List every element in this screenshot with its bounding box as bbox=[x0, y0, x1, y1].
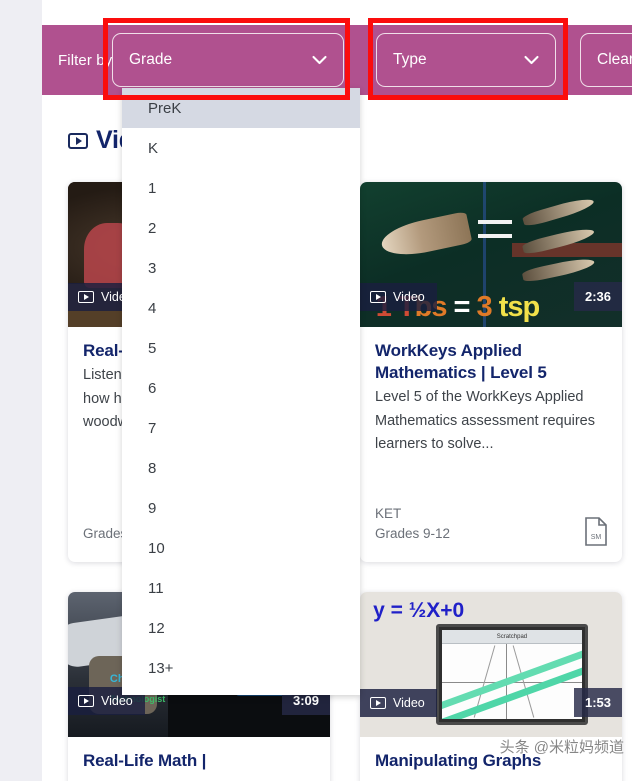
play-icon bbox=[78, 695, 94, 707]
card-grades: Grades 9-12 bbox=[375, 525, 451, 541]
clear-filters-button[interactable]: Clear Filters bbox=[580, 33, 632, 87]
card-thumbnail[interactable]: y = ½X+0 Scratchpad Video 1:53 bbox=[360, 592, 622, 737]
dropdown-option-10[interactable]: 10 bbox=[122, 528, 360, 568]
chevron-down-icon bbox=[524, 55, 539, 65]
chevron-down-icon bbox=[312, 55, 327, 65]
video-badge-label: Video bbox=[101, 694, 133, 708]
dropdown-option-5[interactable]: 5 bbox=[122, 328, 360, 368]
grade-dropdown-button[interactable]: Grade bbox=[112, 33, 344, 87]
card-description: Level 5 of the WorkKeys Applied Mathemat… bbox=[375, 389, 595, 453]
type-dropdown-label: Type bbox=[393, 51, 427, 68]
video-type-badge: Video bbox=[360, 689, 437, 717]
dropdown-option-11[interactable]: 11 bbox=[122, 568, 360, 608]
dropdown-option-4[interactable]: 4 bbox=[122, 288, 360, 328]
dropdown-option-k[interactable]: K bbox=[122, 128, 360, 168]
card-source: KET bbox=[375, 505, 402, 521]
dropdown-option-3[interactable]: 3 bbox=[122, 248, 360, 288]
card-thumbnail[interactable]: 1 Tbs = 3 tsp Video 2:36 bbox=[360, 182, 622, 327]
document-icon[interactable]: SM bbox=[584, 517, 608, 546]
dropdown-option-7[interactable]: 7 bbox=[122, 408, 360, 448]
card-body: WorkKeys Applied Mathematics | Level 5 L… bbox=[360, 327, 622, 562]
card-meta: KET Grades 9-12 bbox=[375, 504, 450, 545]
video-badge-label: Video bbox=[393, 290, 425, 304]
card-title[interactable]: WorkKeys Applied Mathematics | Level 5 bbox=[375, 340, 607, 384]
grade-dropdown-label: Grade bbox=[129, 51, 173, 68]
play-icon bbox=[370, 291, 386, 303]
calculator-graphic: Scratchpad bbox=[435, 623, 588, 726]
filter-by-label: Filter by bbox=[58, 51, 113, 69]
play-icon bbox=[78, 291, 94, 303]
dropdown-option-6[interactable]: 6 bbox=[122, 368, 360, 408]
dropdown-option-13plus[interactable]: 13+ bbox=[122, 648, 360, 688]
grade-dropdown-menu[interactable]: PreK K 1 2 3 4 5 6 7 8 9 10 11 12 13+ bbox=[122, 88, 360, 695]
thumbnail-equation: y = ½X+0 bbox=[373, 599, 465, 623]
dropdown-option-2[interactable]: 2 bbox=[122, 208, 360, 248]
play-icon bbox=[370, 697, 386, 709]
dropdown-option-9[interactable]: 9 bbox=[122, 488, 360, 528]
video-badge-label: Video bbox=[393, 696, 425, 710]
card-title[interactable]: Real-Life Math | bbox=[83, 750, 315, 772]
dropdown-option-12[interactable]: 12 bbox=[122, 608, 360, 648]
clear-filters-label: Clear Filters bbox=[597, 51, 632, 68]
type-dropdown-button[interactable]: Type bbox=[376, 33, 556, 87]
svg-text:SM: SM bbox=[591, 534, 602, 541]
watermark: 头条 @米粒妈频道 bbox=[499, 739, 624, 756]
calculator-app-label: Scratchpad bbox=[441, 629, 582, 645]
dropdown-option-1[interactable]: 1 bbox=[122, 168, 360, 208]
video-icon bbox=[68, 132, 88, 149]
video-card-workkeys[interactable]: 1 Tbs = 3 tsp Video 2:36 WorkKeys Applie… bbox=[360, 182, 622, 562]
screenshot-root: Videos Video Real-Life Math | Woodworker… bbox=[0, 0, 632, 781]
video-type-badge: Video bbox=[360, 283, 437, 311]
card-body: Real-Life Math | bbox=[68, 737, 330, 781]
video-duration-badge: 2:36 bbox=[573, 282, 622, 311]
video-duration-badge: 1:53 bbox=[573, 688, 622, 717]
dropdown-option-prek[interactable]: PreK bbox=[122, 88, 360, 128]
dropdown-option-8[interactable]: 8 bbox=[122, 448, 360, 488]
